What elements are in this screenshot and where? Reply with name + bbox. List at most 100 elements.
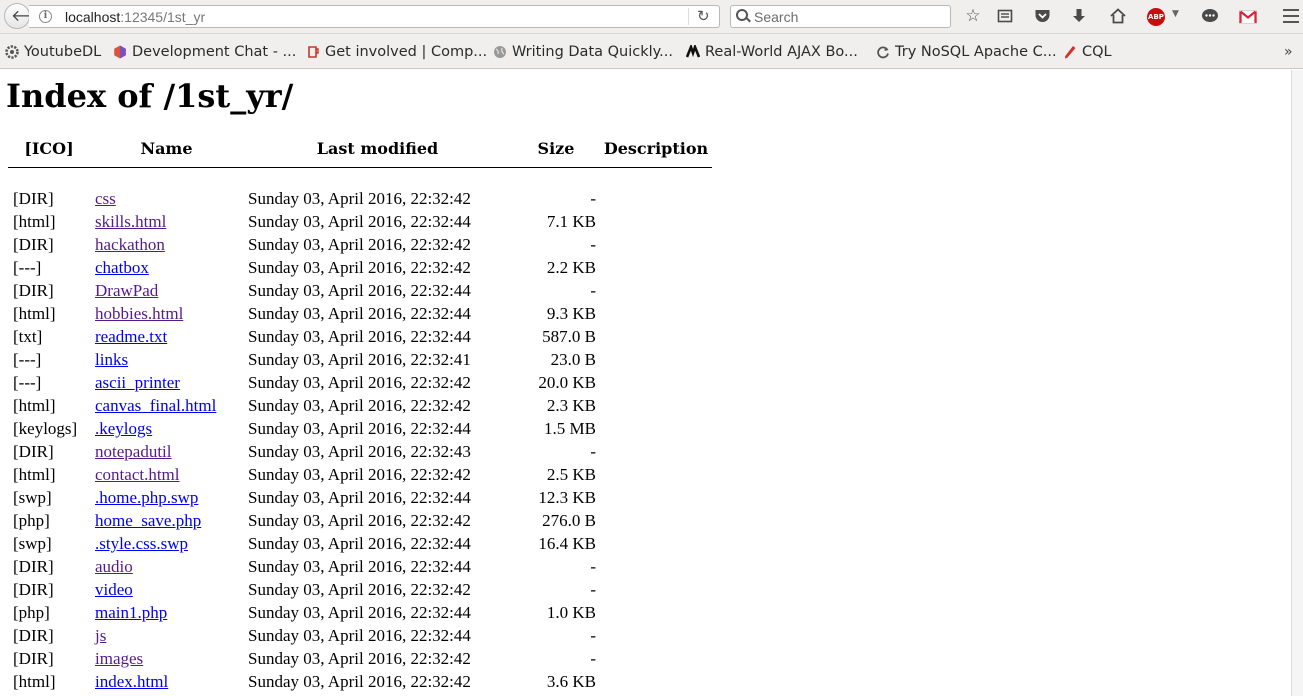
bookmark-label: Try NoSQL Apache C... [895,44,1057,60]
file-type-cell: [php] [13,511,50,530]
header-separator-row [8,166,712,187]
bookmarks-overflow-icon[interactable]: » [1284,44,1293,60]
table-row: [DIR] hackathon Sunday 03, April 2016, 22:… [8,233,712,256]
table-row: [html] skills.html Sunday 03, April 2016, … [8,210,712,233]
header-separator-cell [8,166,712,187]
file-name-cell: index.html [90,670,243,693]
file-link[interactable]: ascii_printer [95,373,180,392]
url-divider [688,8,689,25]
file-link[interactable]: main1.php [95,603,167,622]
description-cell [600,371,712,394]
table-row: [DIR] audio Sunday 03, April 2016, 22:32:4… [8,555,712,578]
file-link[interactable]: .style.css.swp [95,534,188,553]
file-name-cell: audio [90,555,243,578]
info-icon[interactable]: i [39,10,52,23]
file-name-cell: hackathon [90,233,243,256]
file-type-cell: [php] [13,603,50,622]
file-name-cell: js [90,624,243,647]
file-name-cell: .home.php.swp [90,486,243,509]
table-row: [DIR] js Sunday 03, April 2016, 22:32:44 - [8,624,712,647]
search-icon [736,9,748,21]
table-row: [DIR] notepadutil Sunday 03, April 2016, 2… [8,440,712,463]
file-type-cell: [DIR] [13,557,54,576]
description-cell [600,578,712,601]
file-link[interactable]: DrawPad [95,281,158,300]
file-type-cell: [swp] [13,488,52,507]
description-cell [600,463,712,486]
file-link[interactable]: audio [95,557,133,576]
file-type-cell: [---] [13,373,42,392]
last-modified-cell: Sunday 03, April 2016, 22:32:44 [248,304,471,323]
file-type-cell: [txt] [13,327,43,346]
table-row: [---] ascii_printer Sunday 03, April 2016,… [8,371,712,394]
back-button[interactable]: 🡐 [4,3,54,29]
pen-favicon-icon [1065,46,1076,59]
file-link[interactable]: skills.html [95,212,166,231]
column-header-name: Name [140,138,193,158]
pocket-icon[interactable] [1031,6,1053,28]
file-type-cell: [---] [13,350,42,369]
table-row: [DIR] DrawPad Sunday 03, April 2016, 22:32… [8,279,712,302]
last-modified-cell: Sunday 03, April 2016, 22:32:41 [248,350,471,369]
bookmark-label: Writing Data Quickly... [512,44,673,60]
file-type-cell: [DIR] [13,281,54,300]
reading-list-icon[interactable] [994,6,1016,28]
url-text[interactable]: localhost:12345/1st_yr [65,8,205,26]
adblock-icon[interactable]: ABP [1147,8,1165,26]
page-scrollbar[interactable] [1291,70,1303,696]
file-size-cell: 2.3 KB [546,396,596,415]
file-type-cell: [DIR] [13,442,54,461]
file-link[interactable]: css [95,189,116,208]
file-link[interactable]: hobbies.html [95,304,183,323]
file-link[interactable]: canvas_final.html [95,396,216,415]
description-cell [600,601,712,624]
file-link[interactable]: .keylogs [95,419,152,438]
file-link[interactable]: readme.txt [95,327,167,346]
hamburger-menu-icon[interactable] [1283,9,1299,27]
bookmark-star-icon[interactable]: ☆ [962,6,984,28]
table-row: [php] main1.php Sunday 03, April 2016, 22:… [8,601,712,624]
browser-toolbar: 🡐 i localhost:12345/1st_yr ↻ Search ☆ AB… [0,0,1303,34]
download-icon[interactable] [1068,6,1090,28]
header-separator [8,167,712,168]
reload-icon[interactable]: ↻ [697,7,710,25]
description-cell [600,509,712,532]
file-link[interactable]: .home.php.swp [95,488,198,507]
file-name-cell: links [90,348,243,371]
table-row: [---] links Sunday 03, April 2016, 22:32:4… [8,348,712,371]
last-modified-cell: Sunday 03, April 2016, 22:32:42 [248,189,471,208]
file-link[interactable]: links [95,350,128,369]
home-icon[interactable] [1107,6,1129,28]
last-modified-cell: Sunday 03, April 2016, 22:32:44 [248,281,471,300]
url-bar[interactable]: i localhost:12345/1st_yr ↻ [29,5,720,28]
logo-favicon-icon [686,45,700,58]
last-modified-cell: Sunday 03, April 2016, 22:32:43 [248,442,471,461]
file-link[interactable]: hackathon [95,235,165,254]
file-link[interactable]: notepadutil [95,442,171,461]
file-link[interactable]: home_save.php [95,511,201,530]
file-link[interactable]: images [95,649,143,668]
file-type-cell: [html] [13,672,56,691]
search-box[interactable]: Search [730,5,951,28]
chevron-down-icon[interactable]: ▼ [1172,9,1179,19]
file-size-cell: 587.0 B [542,327,596,346]
file-size-cell: 1.5 MB [544,419,596,438]
description-cell [600,486,712,509]
table-body: [DIR] css Sunday 03, April 2016, 22:32:42 -… [8,187,712,693]
description-cell [600,325,712,348]
file-link[interactable]: chatbox [95,258,149,277]
file-name-cell: .keylogs [90,417,243,440]
file-name-cell: skills.html [90,210,243,233]
file-size-cell: 276.0 B [542,511,596,530]
file-link[interactable]: contact.html [95,465,180,484]
file-link[interactable]: js [95,626,106,645]
gmail-icon[interactable] [1239,9,1257,24]
table-row: [txt] readme.txt Sunday 03, April 2016, 22… [8,325,712,348]
file-name-cell: main1.php [90,601,243,624]
file-link[interactable]: video [95,580,133,599]
file-name-cell: images [90,647,243,670]
chat-icon[interactable] [1199,6,1221,28]
description-cell [600,233,712,256]
file-link[interactable]: index.html [95,672,168,691]
file-name-cell: notepadutil [90,440,243,463]
